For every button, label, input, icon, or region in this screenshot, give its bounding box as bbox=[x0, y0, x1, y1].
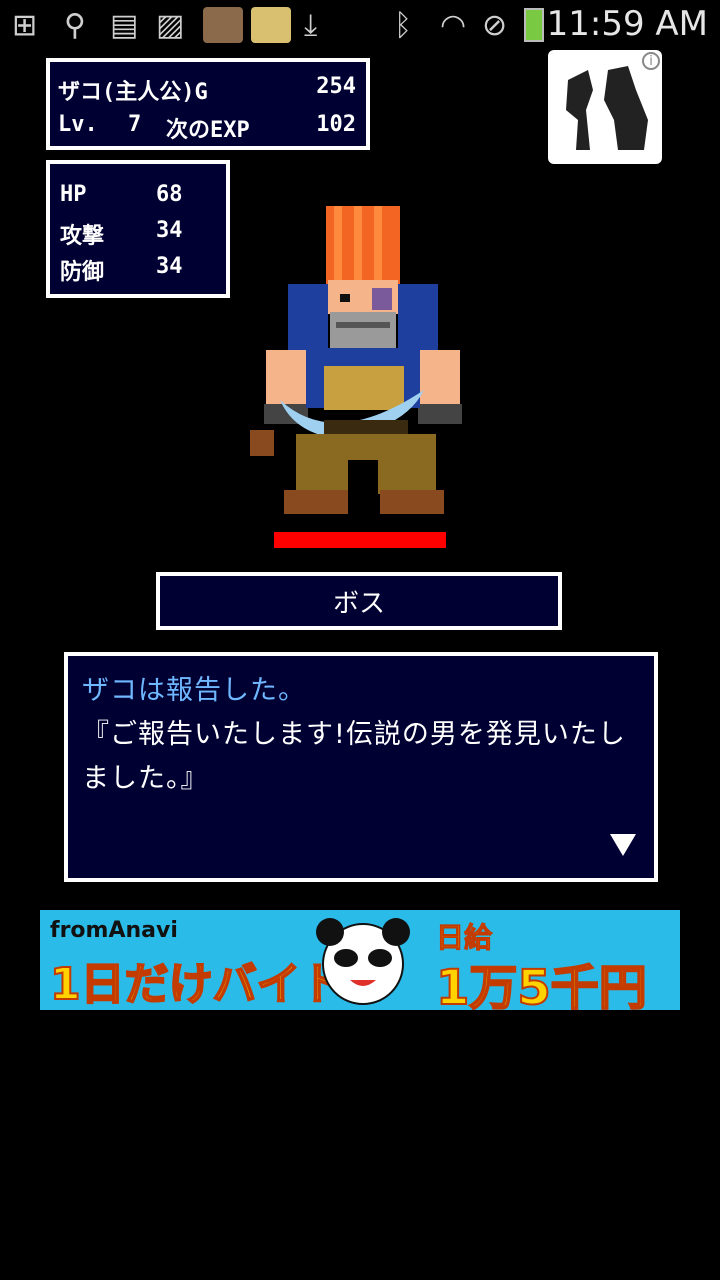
stat-row-defense: 防御 34 bbox=[60, 254, 183, 285]
next-arrow-icon[interactable] bbox=[610, 834, 636, 856]
gold-value: 254 bbox=[316, 74, 356, 99]
sd-card-icon: ▤ bbox=[110, 7, 139, 43]
download-icon: ⤓ bbox=[304, 7, 318, 43]
bluetooth-icon: ᛒ bbox=[394, 7, 412, 43]
message-line-2: ました。』 bbox=[82, 763, 209, 794]
image-icon: ▨ bbox=[156, 7, 185, 43]
panda-icon bbox=[316, 918, 410, 1005]
next-exp-label: 次のEXP bbox=[166, 118, 250, 143]
add-icon: ⊞ bbox=[12, 7, 38, 43]
message-speaker-line: ザコは報告した。 bbox=[82, 675, 306, 706]
app-thumbnail-icon bbox=[202, 6, 244, 44]
gold-label: ザコ(主人公)G bbox=[58, 80, 208, 105]
player-stats-panel: HP 68 攻撃 34 防御 34 bbox=[46, 160, 230, 298]
next-exp-value: 102 bbox=[316, 112, 356, 137]
usb-icon: ⚲ bbox=[64, 7, 86, 43]
stat-row-hp: HP 68 bbox=[60, 182, 183, 207]
clock: 11:59 AM bbox=[546, 4, 708, 44]
enemy-hp-bar bbox=[274, 532, 446, 548]
ad-brand: fromAnavi bbox=[50, 918, 178, 943]
wifi-icon: ◠ bbox=[440, 7, 467, 43]
ad-banner[interactable]: fromAnavi 1日だけバイト 日給 1万5千円 bbox=[40, 910, 680, 1010]
battery-charging-icon bbox=[524, 6, 544, 44]
ad-app-icon[interactable]: i bbox=[548, 50, 662, 164]
info-icon[interactable]: i bbox=[642, 52, 660, 70]
message-window[interactable]: ザコは報告した。 『ご報告いたします!伝説の男を発見いたし ました。』 bbox=[64, 652, 658, 882]
enemy-name: ボス bbox=[332, 588, 385, 619]
boss-sprite bbox=[250, 206, 462, 514]
ad-headline: 1日だけバイト bbox=[49, 958, 346, 1010]
level-label: Lv. bbox=[58, 112, 98, 137]
enemy-name-panel: ボス bbox=[156, 572, 562, 630]
do-not-disturb-icon: ⊘ bbox=[482, 7, 508, 43]
level-value: 7 bbox=[128, 112, 142, 137]
message-line-1: 『ご報告いたします!伝説の男を発見いたし bbox=[82, 719, 626, 750]
ad-price: 1万5千円 bbox=[435, 959, 648, 1010]
status-bar: ⊞ ⚲ ▤ ▨ ⤓ ᛒ ◠ ⊘ 11:59 AM bbox=[0, 0, 720, 50]
player-gold-panel: ザコ(主人公)G 254 Lv. 7 次のEXP 102 bbox=[46, 58, 370, 150]
app-thumbnail-icon bbox=[250, 6, 292, 44]
stat-row-attack: 攻撃 34 bbox=[60, 218, 183, 249]
